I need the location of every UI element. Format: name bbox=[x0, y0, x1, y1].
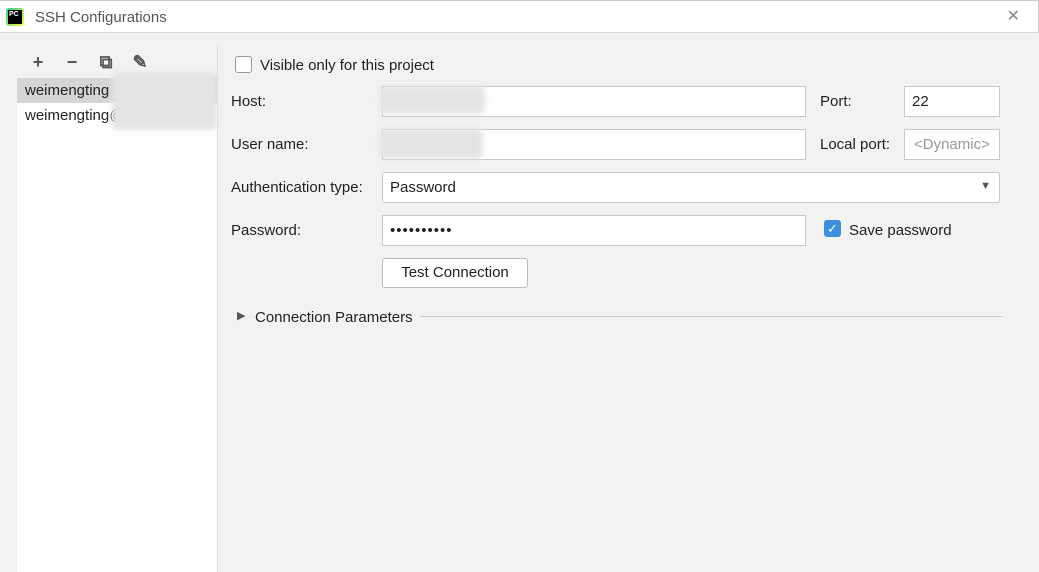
window-title: SSH Configurations bbox=[35, 9, 167, 26]
redaction bbox=[380, 86, 485, 114]
remove-icon[interactable]: − bbox=[59, 52, 85, 72]
visible-only-label: Visible only for this project bbox=[260, 57, 434, 74]
local-port-label: Local port: bbox=[820, 136, 891, 153]
port-input[interactable]: 22 bbox=[904, 86, 1000, 117]
password-input[interactable]: •••••••••• bbox=[382, 215, 806, 246]
local-port-input[interactable]: <Dynamic> bbox=[904, 129, 1000, 160]
password-label: Password: bbox=[231, 222, 302, 239]
host-label: Host: bbox=[231, 93, 267, 110]
pycharm-logo: PC bbox=[6, 8, 24, 26]
redaction bbox=[380, 129, 483, 159]
port-label: Port: bbox=[820, 93, 852, 110]
redaction bbox=[112, 72, 217, 130]
chevron-down-icon: ▼ bbox=[980, 180, 991, 192]
expand-triangle-icon[interactable]: ▶ bbox=[237, 309, 245, 322]
divider bbox=[420, 316, 1003, 317]
title-bar: PC SSH Configurations ✕ bbox=[0, 0, 1039, 33]
save-password-checkbox[interactable]: ✓ bbox=[824, 220, 841, 237]
test-connection-button[interactable]: Test Connection bbox=[382, 258, 528, 288]
add-icon[interactable]: + bbox=[25, 52, 51, 72]
connection-parameters-toggle[interactable]: Connection Parameters bbox=[255, 309, 413, 326]
auth-type-label: Authentication type: bbox=[231, 179, 363, 196]
close-icon[interactable]: ✕ bbox=[1007, 6, 1020, 26]
config-list-panel: + − ⧉ ✎ weimengting weimengting@2 bbox=[17, 46, 218, 572]
copy-icon[interactable]: ⧉ bbox=[93, 52, 119, 72]
user-name-label: User name: bbox=[231, 136, 309, 153]
visible-only-checkbox[interactable] bbox=[235, 56, 252, 73]
auth-type-dropdown[interactable]: Password ▼ bbox=[382, 172, 1000, 203]
edit-icon[interactable]: ✎ bbox=[127, 52, 153, 72]
save-password-label: Save password bbox=[849, 222, 952, 239]
